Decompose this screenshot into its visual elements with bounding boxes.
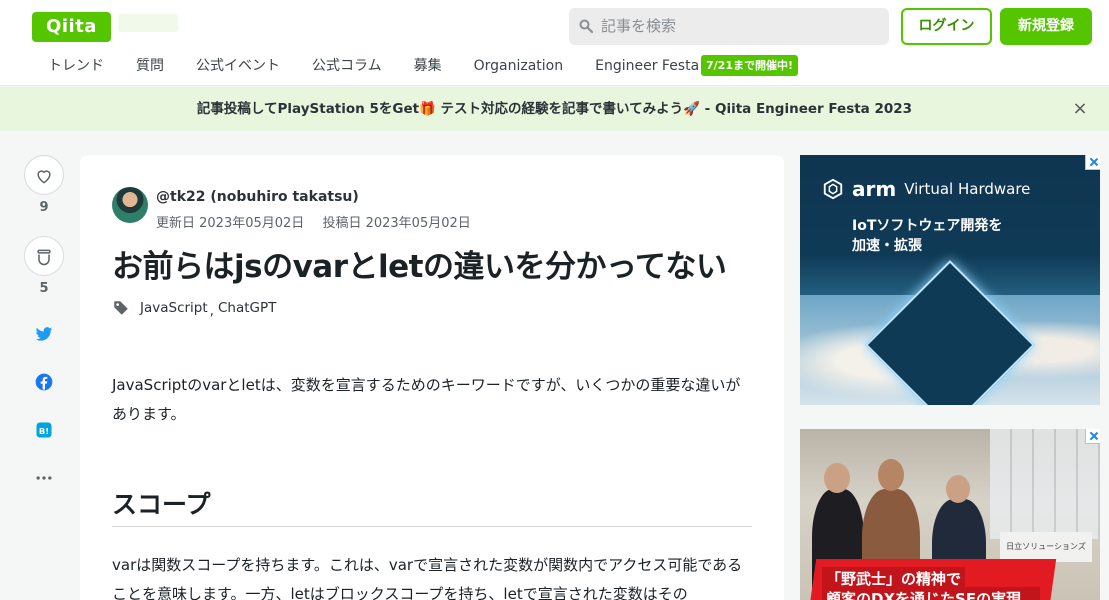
paragraph-scope: varは関数スコープを持ちます。これは、varで宣言された変数が関数内でアクセス…	[112, 556, 743, 600]
ad-person-1-head	[824, 463, 850, 493]
ad-close-icon[interactable]	[1085, 429, 1100, 444]
site-header: Qiita 記事を検索 ログイン 新規登録 トレンド 質問 公式イベント 公式コ…	[0, 0, 1109, 86]
svg-text:B!: B!	[39, 426, 49, 436]
like-button[interactable]	[24, 155, 64, 195]
ad-brand-name: arm	[852, 177, 897, 201]
nav-item-questions[interactable]: 質問	[120, 50, 180, 84]
festa-badge[interactable]: 7/21まで開催中!	[701, 55, 798, 76]
posted-date: 投稿日 2023年05月02日	[322, 216, 471, 231]
nav-item-trend[interactable]: トレンド	[32, 50, 120, 84]
tag-list: JavaScript , ChatGPT	[112, 299, 276, 319]
tag-chatgpt[interactable]: ChatGPT	[218, 300, 276, 316]
banner-text[interactable]: 記事投稿してPlayStation 5をGet🎁 テスト対応の経験を記事で書いて…	[0, 87, 1109, 131]
section-heading-scope: スコープ	[112, 485, 752, 527]
search-icon	[579, 19, 593, 33]
ad-headline-1: IoTソフトウェア開発を	[852, 218, 1003, 234]
heart-icon	[37, 170, 51, 184]
tag-separator: ,	[209, 303, 214, 319]
twitter-icon[interactable]	[34, 324, 54, 344]
ad-close-icon[interactable]	[1085, 155, 1100, 170]
article-dates: 更新日 2023年05月02日 投稿日 2023年05月02日	[156, 212, 471, 231]
login-button[interactable]: ログイン	[901, 8, 992, 45]
tag-icon	[114, 301, 128, 315]
article-title: お前らはjsのvarとletの違いを分かってない	[112, 249, 727, 285]
hatena-bookmark-icon[interactable]: B!	[34, 420, 54, 440]
search-placeholder: 記事を検索	[601, 17, 677, 35]
nav-item-organization[interactable]: Organization	[458, 50, 580, 84]
ad-brand: arm Virtual Hardware	[822, 177, 1030, 201]
stock-icon	[37, 249, 51, 266]
nav-item-engineer-festa[interactable]: Engineer Festa	[579, 50, 715, 84]
like-count: 9	[39, 200, 49, 215]
paragraph-intro: JavaScriptのvarとletは、変数を宣言するためのキーワードですが、い…	[112, 376, 741, 423]
ad-window-background	[990, 429, 1100, 539]
nav-item-recruitment[interactable]: 募集	[398, 50, 458, 84]
stock-count: 5	[39, 281, 49, 296]
close-icon[interactable]: ×	[1070, 99, 1090, 119]
festa-banner: 記事投稿してPlayStation 5をGet🎁 テスト対応の経験を記事で書いて…	[0, 87, 1109, 131]
nav-item-official-columns[interactable]: 公式コラム	[296, 50, 398, 84]
tag-javascript[interactable]: JavaScript	[140, 300, 208, 316]
article-card: @tk22 (nobuhiro takatsu) 更新日 2023年05月02日…	[80, 155, 784, 600]
author-avatar[interactable]	[112, 187, 148, 223]
nav-item-official-events[interactable]: 公式イベント	[180, 50, 296, 84]
ad-person-3-head	[946, 475, 970, 503]
ad-hitachi-solutions[interactable]: 日立ソリューションズ 「野武士」の精神で 顧客のDXを通じたSEの実現。	[800, 429, 1100, 600]
main-nav: トレンド 質問 公式イベント 公式コラム 募集 Organization Eng…	[32, 50, 715, 84]
ad-company-sign: 日立ソリューションズ	[1000, 532, 1092, 562]
search-input[interactable]: 記事を検索	[569, 8, 889, 45]
ad-arm-virtual-hardware[interactable]: arm Virtual Hardware IoTソフトウェア開発を 加速・拡張	[800, 155, 1100, 405]
author-name[interactable]: @tk22 (nobuhiro takatsu)	[156, 189, 359, 205]
ad-headline-2: 加速・拡張	[852, 238, 922, 254]
facebook-icon[interactable]	[34, 372, 54, 392]
logo-decoration	[118, 14, 178, 32]
signup-button[interactable]: 新規登録	[1000, 8, 1092, 45]
ad-brand-sub: Virtual Hardware	[904, 180, 1031, 198]
more-icon[interactable]	[34, 468, 54, 488]
qiita-logo[interactable]: Qiita	[32, 12, 111, 42]
arm-hexagon-icon	[823, 178, 843, 200]
updated-date: 更新日 2023年05月02日	[156, 216, 305, 231]
stock-button[interactable]	[24, 236, 64, 276]
ad-person-2-head	[878, 459, 904, 491]
ad-caption-2: 顧客のDXを通じたSEの実現。	[822, 587, 1041, 600]
